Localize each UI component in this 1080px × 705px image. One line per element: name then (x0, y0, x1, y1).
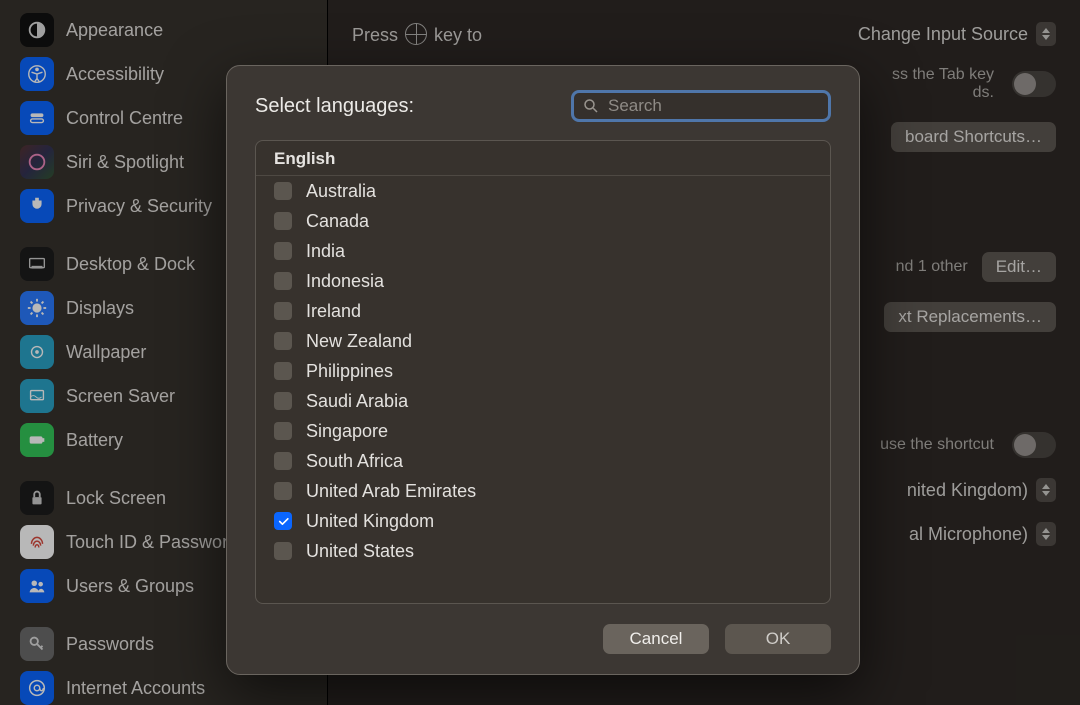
language-label: Philippines (306, 361, 393, 382)
language-row[interactable]: United Kingdom (256, 506, 830, 536)
language-checkbox[interactable] (274, 242, 292, 260)
language-row[interactable]: India (256, 236, 830, 266)
language-checkbox[interactable] (274, 512, 292, 530)
language-label: Canada (306, 211, 369, 232)
language-row[interactable]: Singapore (256, 416, 830, 446)
language-label: United Kingdom (306, 511, 434, 532)
language-label: Australia (306, 181, 376, 202)
language-checkbox[interactable] (274, 272, 292, 290)
language-label: United Arab Emirates (306, 481, 476, 502)
language-row[interactable]: Australia (256, 176, 830, 206)
language-checkbox[interactable] (274, 182, 292, 200)
language-row[interactable]: South Africa (256, 446, 830, 476)
language-list-scroll[interactable]: English Australia Canada India Indonesia Ire… (256, 141, 830, 603)
search-field[interactable] (571, 90, 831, 122)
language-row[interactable]: United States (256, 536, 830, 566)
language-row[interactable]: Ireland (256, 296, 830, 326)
language-checkbox[interactable] (274, 422, 292, 440)
language-checkbox[interactable] (274, 212, 292, 230)
language-label: South Africa (306, 451, 403, 472)
language-listbox: English Australia Canada India Indonesia Ire… (255, 140, 831, 604)
language-checkbox[interactable] (274, 332, 292, 350)
language-label: Singapore (306, 421, 388, 442)
language-label: New Zealand (306, 331, 412, 352)
language-label: Saudi Arabia (306, 391, 408, 412)
language-row[interactable]: New Zealand (256, 326, 830, 356)
modal-title: Select languages: (255, 95, 414, 118)
language-label: Indonesia (306, 271, 384, 292)
language-checkbox[interactable] (274, 542, 292, 560)
language-row[interactable]: Saudi Arabia (256, 386, 830, 416)
ok-button[interactable]: OK (725, 624, 831, 654)
language-group-header: English (256, 141, 830, 176)
language-row[interactable]: Canada (256, 206, 830, 236)
language-checkbox[interactable] (274, 482, 292, 500)
language-checkbox[interactable] (274, 302, 292, 320)
search-input[interactable] (608, 96, 820, 116)
language-row[interactable]: Indonesia (256, 266, 830, 296)
language-row[interactable]: United Arab Emirates (256, 476, 830, 506)
language-checkbox[interactable] (274, 392, 292, 410)
language-checkbox[interactable] (274, 452, 292, 470)
language-checkbox[interactable] (274, 362, 292, 380)
language-label: India (306, 241, 345, 262)
cancel-button[interactable]: Cancel (603, 624, 709, 654)
select-languages-modal: Select languages: English Australia Canad… (226, 65, 860, 675)
language-label: Ireland (306, 301, 361, 322)
language-label: United States (306, 541, 414, 562)
language-row[interactable]: Philippines (256, 356, 830, 386)
search-icon (582, 97, 600, 115)
